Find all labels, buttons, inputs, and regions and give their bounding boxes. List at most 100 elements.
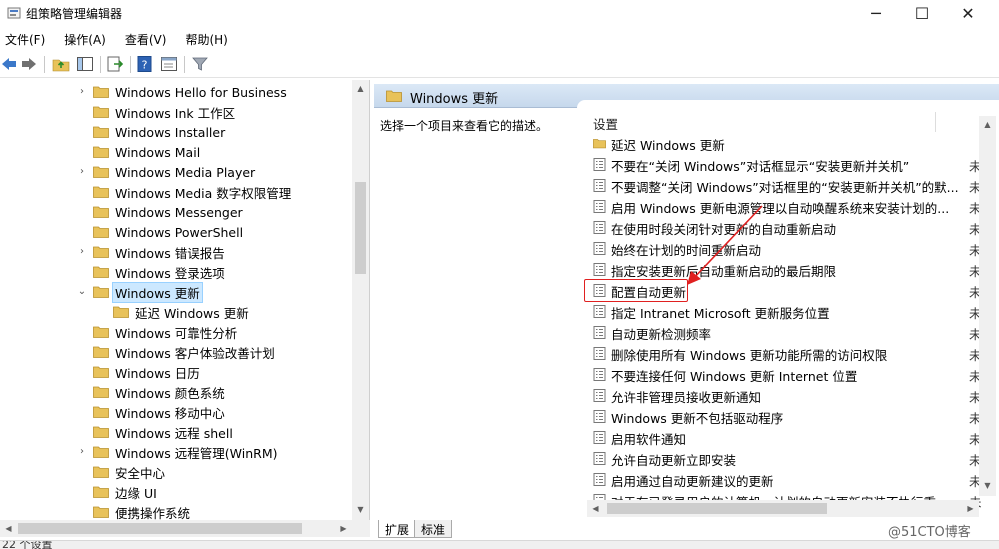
setting-row[interactable]: 不要连接任何 Windows 更新 Internet 位置未 [589,364,999,385]
show-hide-tree-icon[interactable] [76,55,94,73]
tree-item[interactable]: Windows 登录选项 [0,262,352,282]
tree-item[interactable]: › Windows Hello for Business [0,82,352,102]
tree-item[interactable]: Windows 远程 shell [0,422,352,442]
tab-standard[interactable]: 标准 [414,520,453,538]
tree-item-label: 延迟 Windows 更新 [135,305,249,321]
back-arrow-icon[interactable] [0,55,18,73]
tree-item[interactable]: Windows 客户体验改善计划 [0,342,352,362]
tree-item[interactable]: Windows 移动中心 [0,402,352,422]
scroll-right-arrow-icon[interactable]: ▶ [335,524,352,533]
menu-action[interactable]: 操作(A) [59,28,114,50]
tree-item-label: Windows 错误报告 [115,245,225,261]
up-folder-icon[interactable] [52,55,70,73]
details-title: Windows 更新 [410,92,499,107]
folder-icon [93,286,109,298]
tree-item[interactable]: Windows PowerShell [0,222,352,242]
expand-chevron-icon[interactable]: › [76,246,88,258]
setting-row[interactable]: 指定 Intranet Microsoft 更新服务位置未 [589,301,999,322]
export-list-icon[interactable] [106,55,124,73]
tree-item[interactable]: Windows 日历 [0,362,352,382]
navigation-tree: › Windows Hello for Business Windows Ink 工… [0,80,370,520]
scroll-left-arrow-icon[interactable]: ◀ [0,524,17,533]
tree-item[interactable]: Windows Messenger [0,202,352,222]
filter-icon[interactable] [191,55,209,73]
setting-row[interactable]: 不要在“关闭 Windows”对话框显示“安装更新并关机” 未 [589,154,999,175]
setting-row[interactable]: 删除使用所有 Windows 更新功能所需的访问权限未 [589,343,999,364]
folder-icon [93,446,109,458]
tree-item-label: Windows 更新 [112,281,203,303]
list-hscroll-thumb[interactable] [607,503,827,514]
folder-icon [93,126,109,138]
scroll-up-arrow-icon[interactable]: ▲ [352,84,369,93]
tree-item-label: Windows 登录选项 [115,265,225,281]
menu-view[interactable]: 查看(V) [120,28,175,50]
tree-horizontal-scrollbar[interactable]: ◀ ▶ [0,520,370,537]
properties-icon[interactable] [160,55,178,73]
tree-item-label: Windows Messenger [115,204,243,220]
list-scroll-up-arrow-icon[interactable]: ▲ [979,120,996,129]
setting-row[interactable]: 延迟 Windows 更新 [589,133,999,154]
folder-icon [93,426,109,438]
list-scroll-down-arrow-icon[interactable]: ▼ [979,481,996,490]
expand-chevron-icon[interactable]: › [76,166,88,178]
tree-item[interactable]: › Windows 错误报告 [0,242,352,262]
tree-item[interactable]: Windows Ink 工作区 [0,102,352,122]
details-pane: Windows 更新 选择一个项目来查看它的描述。 设置 延迟 Windows … [374,80,999,520]
tree-item[interactable]: 延迟 Windows 更新 [0,302,352,322]
list-scroll-left-arrow-icon[interactable]: ◀ [587,504,604,513]
tree-item[interactable]: ⌄ Windows 更新 [0,281,352,303]
list-horizontal-scrollbar[interactable]: ◀ ▶ [587,500,979,517]
column-separator[interactable] [935,112,936,132]
setting-row[interactable]: 自动更新检测频率未 [589,322,999,343]
tree-item[interactable]: 边缘 UI [0,482,352,502]
setting-label: Windows 更新不包括驱动程序 [611,411,784,426]
setting-row[interactable]: 启用软件通知未 [589,427,999,448]
tree-item[interactable]: 安全中心 [0,462,352,482]
setting-label: 允许自动更新立即安装 [611,453,737,468]
help-icon[interactable]: ? [136,55,154,73]
svg-text:?: ? [142,59,148,72]
tree-vertical-scrollbar[interactable]: ▲ ▼ [352,80,369,520]
column-header-setting[interactable]: 设置 [593,114,618,133]
tree-item[interactable]: › Windows Media Player [0,162,352,182]
tree-item[interactable]: Windows 颜色系统 [0,382,352,402]
tree-scroll-thumb[interactable] [355,182,366,274]
tree-item-label: Windows Ink 工作区 [115,105,236,121]
list-vertical-scrollbar[interactable]: ▲ ▼ [979,116,996,496]
menu-bar: 文件(F) 操作(A) 查看(V) 帮助(H) [0,28,999,50]
tree-item[interactable]: Windows 可靠性分析 [0,322,352,342]
setting-row[interactable]: 允许自动更新立即安装未 [589,448,999,469]
close-button[interactable]: ✕ [945,0,991,26]
expand-chevron-icon[interactable]: › [76,86,88,98]
tree-item-label: Windows 远程 shell [115,425,233,441]
folder-icon [93,326,109,338]
setting-row[interactable]: 不要调整“关闭 Windows”对话框里的“安装更新并关机”的默... 未 [589,175,999,196]
setting-row[interactable]: 指定安装更新后自动重新启动的最后期限未 [589,259,999,280]
list-scroll-right-arrow-icon[interactable]: ▶ [962,504,979,513]
setting-row[interactable]: 始终在计划的时间重新启动未 [589,238,999,259]
setting-row[interactable]: Windows 更新不包括驱动程序未 [589,406,999,427]
setting-row[interactable]: 在使用时段关闭针对更新的自动重新启动未 [589,217,999,238]
scroll-down-arrow-icon[interactable]: ▼ [352,505,369,514]
expand-chevron-icon[interactable]: › [76,446,88,458]
tree-hscroll-thumb[interactable] [18,523,302,534]
menu-file[interactable]: 文件(F) [0,28,53,50]
tree-item[interactable]: Windows Mail [0,142,352,162]
tree-item[interactable]: › Windows 远程管理(WinRM) [0,442,352,462]
folder-icon [93,506,109,518]
setting-label: 自动更新检测频率 [611,327,712,342]
tree-item[interactable]: Windows Media 数字权限管理 [0,182,352,202]
tree-item[interactable]: Windows Installer [0,122,352,142]
maximize-button[interactable]: ☐ [899,0,945,26]
tab-extended[interactable]: 扩展 [378,520,417,538]
minimize-button[interactable]: ─ [853,0,899,26]
folder-icon [93,106,109,118]
collapse-chevron-icon[interactable]: ⌄ [76,286,88,298]
setting-row[interactable]: 启用通过自动更新建议的更新未 [589,469,999,490]
setting-row[interactable]: 允许非管理员接收更新通知未 [589,385,999,406]
setting-row[interactable]: 启用 Windows 更新电源管理以自动唤醒系统来安装计划的... 未 [589,196,999,217]
forward-arrow-icon[interactable] [20,55,38,73]
menu-help[interactable]: 帮助(H) [180,28,235,50]
window-title: 组策略管理编辑器 [26,7,123,21]
tree-item[interactable]: 便携操作系统 [0,502,352,520]
